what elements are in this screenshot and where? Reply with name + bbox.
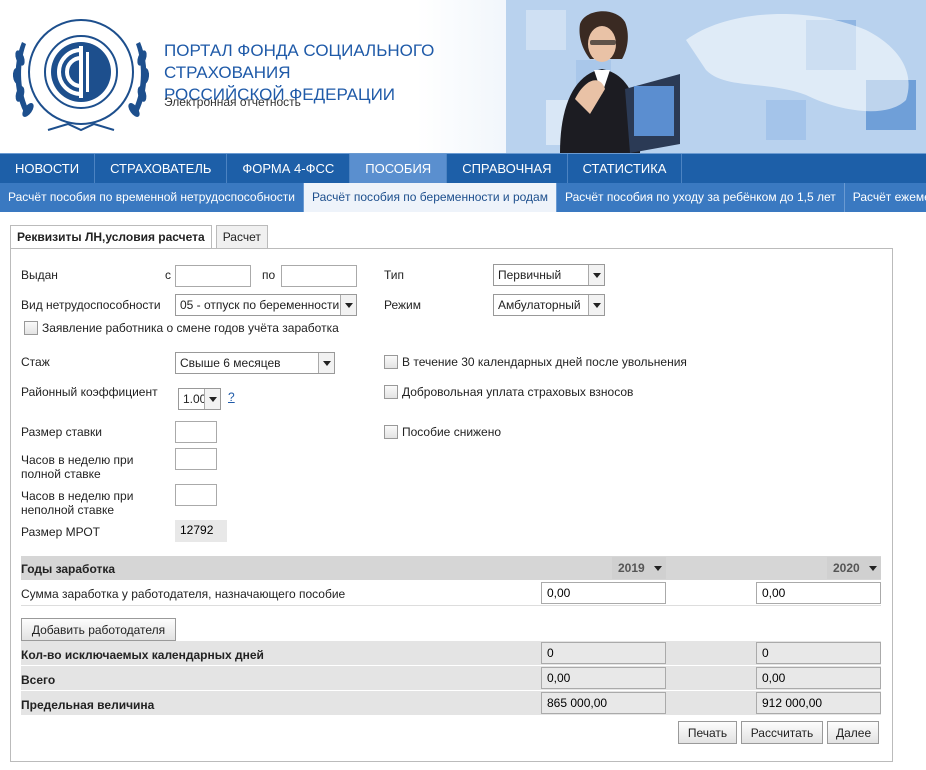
- year2-select[interactable]: 2020: [827, 557, 881, 579]
- header: ПОРТАЛ ФОНДА СОЦИАЛЬНОГО СТРАХОВАНИЯ РОС…: [0, 0, 926, 153]
- subnav-item-maternity[interactable]: Расчёт пособия по беременности и родам: [303, 183, 557, 212]
- regional-coefficient-label: Районный коэффициент: [21, 385, 158, 399]
- application-label: Заявление работника о смене годов учёта …: [42, 321, 339, 335]
- experience-select-value: Свыше 6 месяцев: [180, 356, 281, 370]
- nav-item-reference[interactable]: СПРАВОЧНАЯ: [447, 154, 568, 183]
- main-navigation: НОВОСТИ СТРАХОВАТЕЛЬ ФОРМА 4-ФСС ПОСОБИЯ…: [0, 153, 926, 183]
- tab-requisites[interactable]: Реквизиты ЛН,условия расчета: [10, 225, 212, 250]
- form-panel: Выдан с по Тип Первичный Вид нетрудоспос…: [10, 248, 893, 762]
- voluntary-contributions-checkbox[interactable]: [384, 385, 398, 399]
- within-30-days-checkbox[interactable]: [384, 355, 398, 369]
- disability-type-select[interactable]: 05 - отпуск по беременности: [175, 294, 357, 316]
- earnings-years-label: Годы заработка: [21, 562, 116, 576]
- chevron-down-icon: [588, 295, 604, 315]
- mode-label: Режим: [384, 298, 421, 312]
- issued-label: Выдан: [21, 268, 58, 282]
- benefits-subnavigation: Расчёт пособия по временной нетрудоспосо…: [0, 183, 926, 212]
- print-button[interactable]: Печать: [678, 721, 737, 744]
- mrot-value: 12792: [175, 520, 227, 542]
- type-select[interactable]: Первичный: [493, 264, 605, 286]
- within-30-days-label: В течение 30 календарных дней после увол…: [402, 355, 687, 369]
- voluntary-contributions-label: Добровольная уплата страховых взносов: [402, 385, 634, 399]
- year2-select-value: 2020: [833, 561, 860, 575]
- add-employer-button[interactable]: Добавить работодателя: [21, 618, 176, 641]
- chevron-down-icon: [588, 265, 604, 285]
- chevron-down-icon: [318, 353, 334, 373]
- to-label: по: [262, 268, 276, 282]
- excluded-days-year1-value: 0: [541, 642, 666, 664]
- limit-label: Предельная величина: [21, 698, 155, 712]
- type-label: Тип: [384, 268, 405, 282]
- hours-full-rate-input[interactable]: [175, 448, 217, 470]
- nav-item-news[interactable]: НОВОСТИ: [0, 154, 96, 183]
- nav-item-benefits[interactable]: ПОСОБИЯ: [350, 154, 448, 183]
- divider: [21, 605, 881, 606]
- rate-size-label: Размер ставки: [21, 425, 102, 439]
- experience-select[interactable]: Свыше 6 месяцев: [175, 352, 335, 374]
- regional-coefficient-help-link[interactable]: ?: [228, 390, 235, 404]
- mode-select[interactable]: Амбулаторный: [493, 294, 605, 316]
- total-year1-value: 0,00: [541, 667, 666, 689]
- calculate-button[interactable]: Рассчитать: [741, 721, 823, 744]
- total-band: [21, 666, 881, 690]
- chevron-down-icon: [865, 557, 881, 579]
- issued-from-input[interactable]: [175, 265, 251, 287]
- mrot-label: Размер МРОТ: [21, 525, 100, 539]
- portal-title-line1: ПОРТАЛ ФОНДА СОЦИАЛЬНОГО СТРАХОВАНИЯ: [164, 41, 435, 82]
- earnings-years-band: [21, 556, 881, 580]
- portal-subtitle: Электронная отчетность: [164, 95, 301, 109]
- subnav-item-child-care[interactable]: Расчёт пособия по уходу за ребёнком до 1…: [557, 183, 845, 212]
- hours-full-rate-label-line2: полной ставке: [21, 467, 101, 481]
- fss-logo-emblem: [12, 19, 150, 132]
- hours-part-rate-label: Часов в неделю при неполной ставке: [21, 489, 133, 517]
- hours-full-rate-label: Часов в неделю при полной ставке: [21, 453, 133, 481]
- subnav-item-temporary-disability[interactable]: Расчёт пособия по временной нетрудоспосо…: [0, 183, 304, 212]
- chevron-down-icon: [650, 557, 666, 579]
- limit-year1-value: 865 000,00: [541, 692, 666, 714]
- nav-item-insurer[interactable]: СТРАХОВАТЕЛЬ: [95, 154, 228, 183]
- regional-coefficient-select[interactable]: 1.00: [178, 388, 221, 410]
- hours-part-rate-label-line1: Часов в неделю при: [21, 489, 134, 503]
- chevron-down-icon: [204, 389, 220, 409]
- earnings-sum-label: Сумма заработка у работодателя, назначаю…: [21, 587, 346, 601]
- form-tabs: Реквизиты ЛН,условия расчета Расчет: [10, 225, 272, 250]
- benefit-reduced-label: Пособие снижено: [402, 425, 502, 439]
- application-checkbox[interactable]: [24, 321, 38, 335]
- limit-year2-value: 912 000,00: [756, 692, 881, 714]
- issued-to-input[interactable]: [281, 265, 357, 287]
- rate-size-input[interactable]: [175, 421, 217, 443]
- excluded-days-year2-value: 0: [756, 642, 881, 664]
- woman-with-laptop-illustration: [560, 11, 680, 153]
- subnav-item-monthly[interactable]: Расчёт ежемесячно: [845, 183, 926, 212]
- earnings-sum-year1-input[interactable]: [541, 582, 666, 604]
- total-label: Всего: [21, 673, 56, 687]
- hours-full-rate-label-line1: Часов в неделю при: [21, 453, 134, 467]
- hours-part-rate-label-line2: неполной ставке: [21, 503, 115, 517]
- benefit-reduced-checkbox[interactable]: [384, 425, 398, 439]
- hours-part-rate-input[interactable]: [175, 484, 217, 506]
- disability-type-select-value: 05 - отпуск по беременности: [180, 298, 340, 312]
- total-year2-value: 0,00: [756, 667, 881, 689]
- chevron-down-icon: [340, 295, 356, 315]
- earnings-sum-year2-input[interactable]: [756, 582, 881, 604]
- next-button[interactable]: Далее: [827, 721, 879, 744]
- disability-type-label: Вид нетрудоспособности: [21, 298, 161, 312]
- from-label: с: [165, 268, 171, 282]
- year1-select-value: 2019: [618, 561, 645, 575]
- excluded-days-label: Кол-во исключаемых календарных дней: [21, 648, 264, 662]
- experience-label: Стаж: [21, 355, 50, 369]
- nav-item-form-4fss[interactable]: ФОРМА 4-ФСС: [227, 154, 351, 183]
- nav-item-statistics[interactable]: СТАТИСТИКА: [568, 154, 683, 183]
- tab-calculation[interactable]: Расчет: [215, 225, 268, 249]
- year1-select[interactable]: 2019: [612, 557, 666, 579]
